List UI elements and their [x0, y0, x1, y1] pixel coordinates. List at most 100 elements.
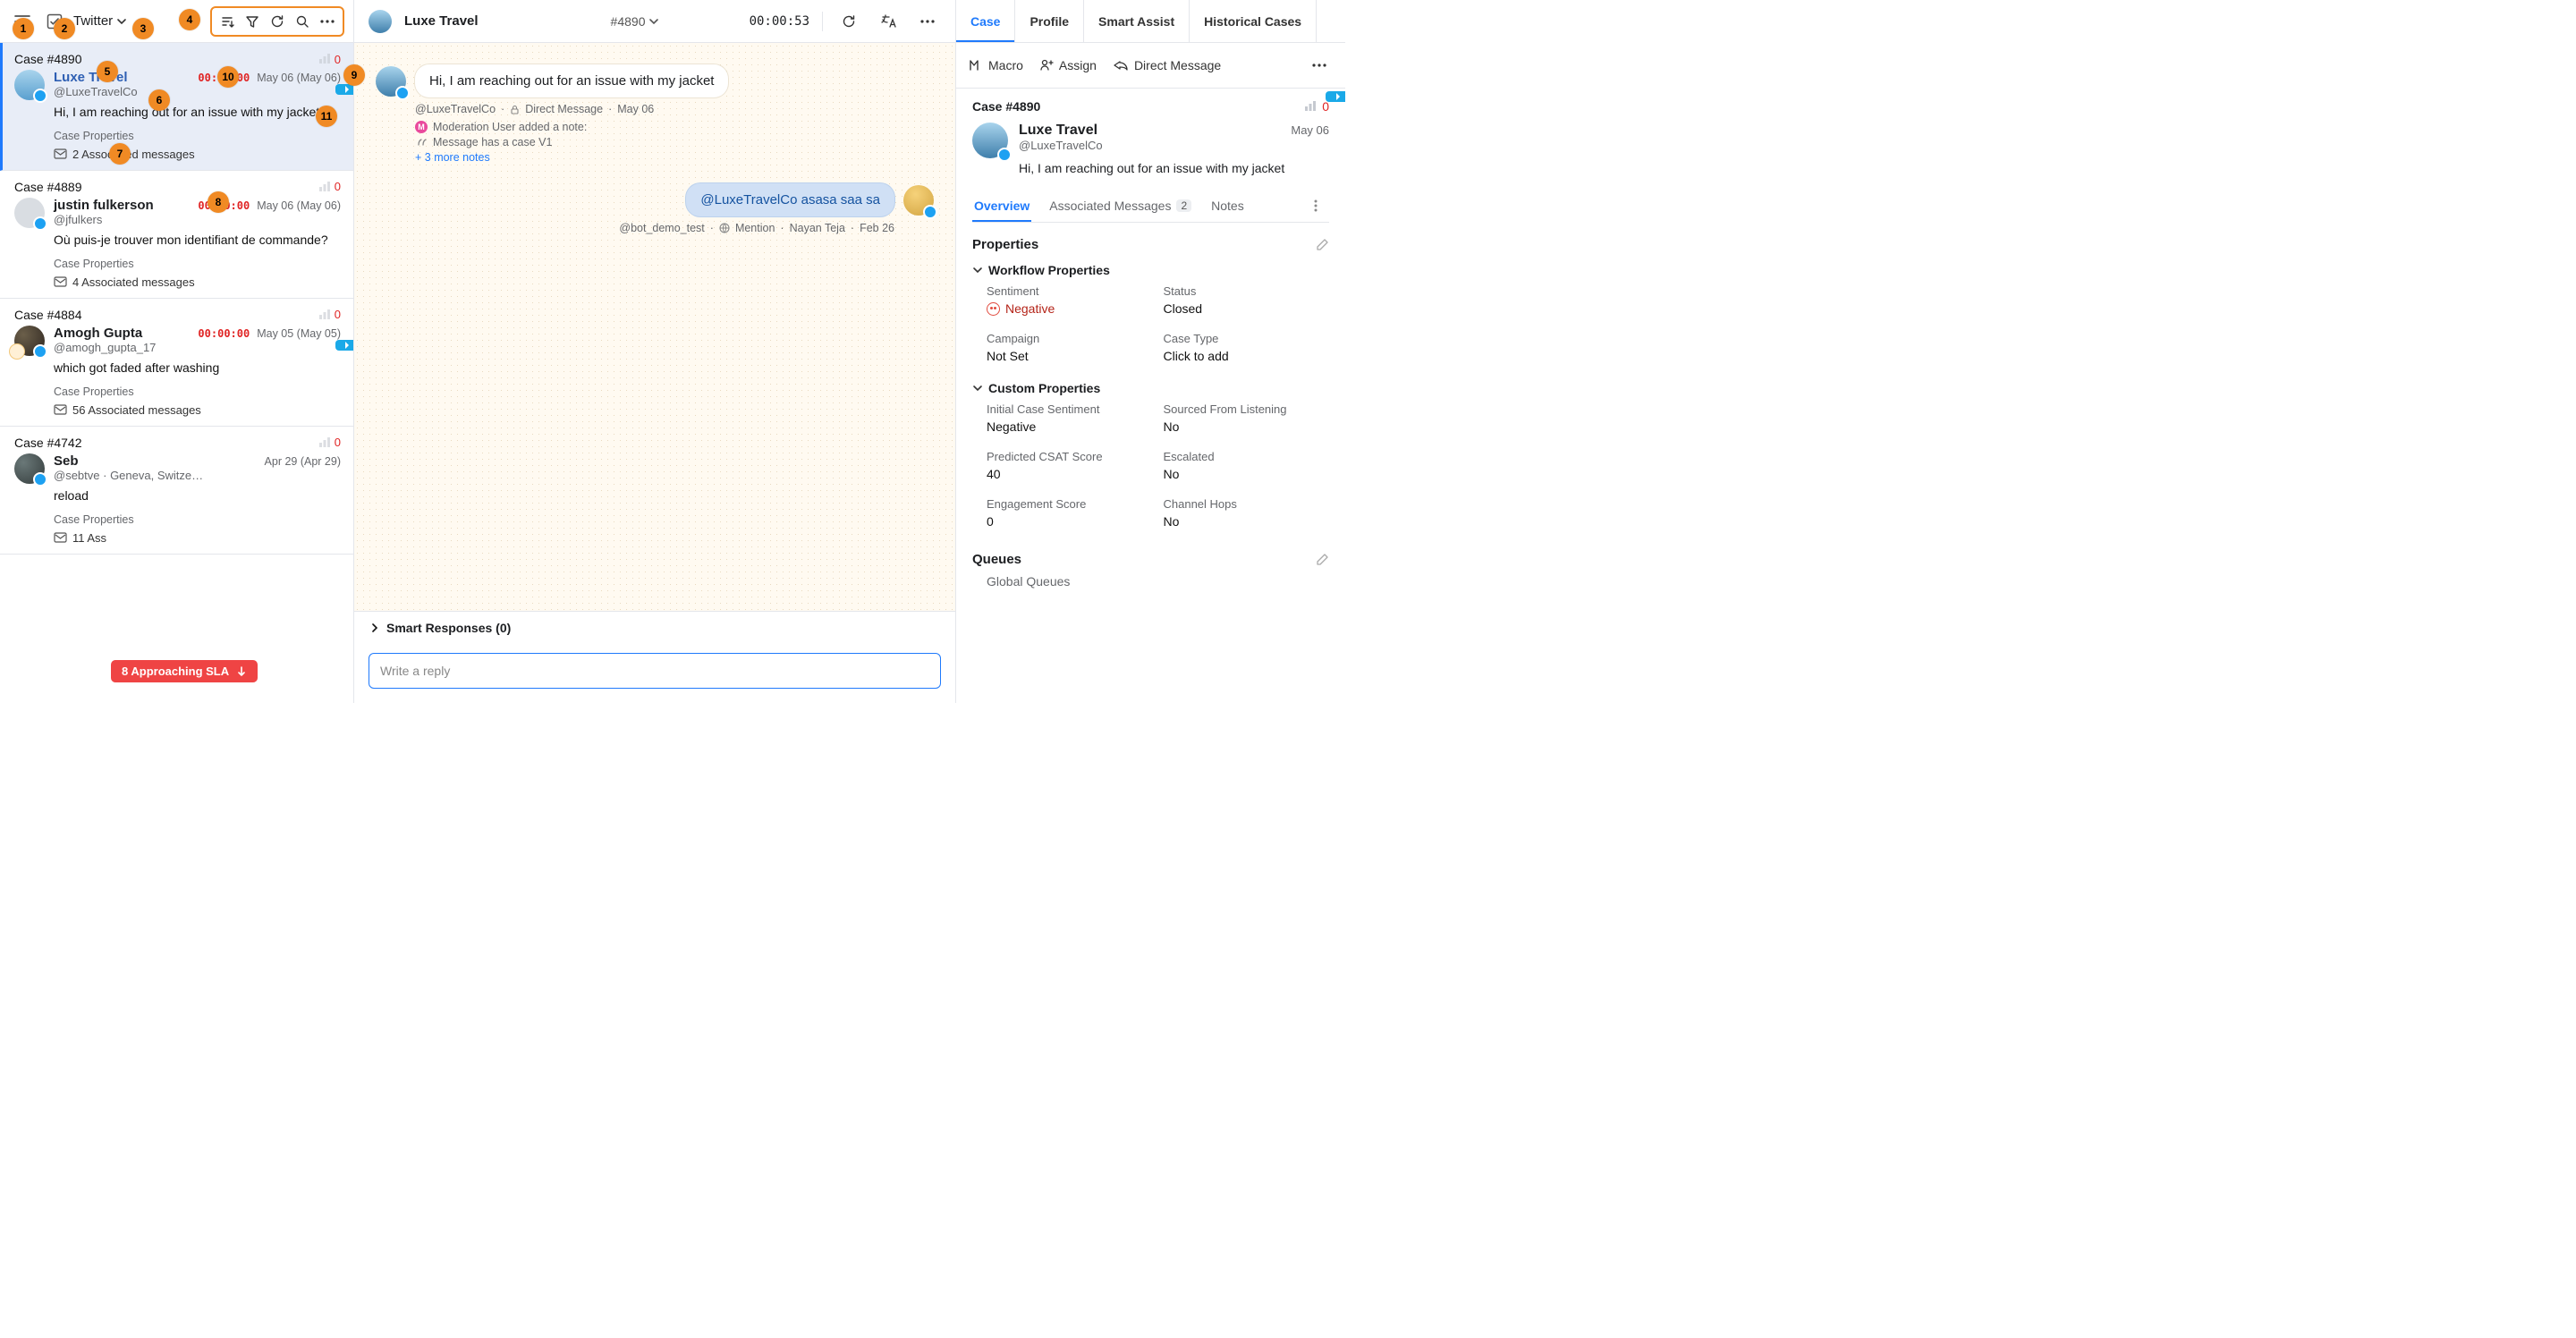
- chevron-down-icon: [972, 265, 983, 275]
- queues-global-label: Global Queues: [987, 574, 1329, 589]
- subtabs-more[interactable]: [1302, 192, 1329, 219]
- smart-responses-toggle[interactable]: Smart Responses (0): [354, 611, 955, 644]
- property-label: Escalated: [1164, 450, 1330, 463]
- property-cell[interactable]: Initial Case Sentiment Negative: [987, 402, 1153, 434]
- twitter-badge-icon: [33, 89, 47, 103]
- subtab-overview[interactable]: Overview: [972, 190, 1031, 222]
- more-notes-link[interactable]: + 3 more notes: [415, 151, 728, 164]
- edit-icon[interactable]: [1316, 238, 1329, 251]
- subtab-notes[interactable]: Notes: [1209, 190, 1246, 222]
- macro-action[interactable]: Macro: [969, 58, 1023, 72]
- subtab-associated[interactable]: Associated Messages 2: [1047, 190, 1193, 222]
- reply-tag: [335, 340, 353, 351]
- case-associated[interactable]: 11 Ass: [54, 531, 341, 545]
- filter-button[interactable]: [241, 10, 264, 33]
- conversation-case-dropdown[interactable]: #4890: [611, 14, 660, 29]
- case-name: Amogh Gupta: [54, 326, 142, 341]
- assign-action[interactable]: Assign: [1039, 58, 1097, 72]
- bar-icon: [318, 437, 331, 448]
- property-cell[interactable]: Sourced From Listening No: [1164, 402, 1330, 434]
- property-cell[interactable]: Engagement Score 0: [987, 497, 1153, 529]
- case-metric: 0: [318, 180, 341, 193]
- property-cell[interactable]: Channel Hops No: [1164, 497, 1330, 529]
- sla-label: 8 Approaching SLA: [122, 665, 229, 678]
- property-value: No: [1164, 467, 1330, 481]
- property-cell[interactable]: Case Type Click to add: [1164, 332, 1330, 363]
- details-panel: CaseProfileSmart AssistHistorical Cases …: [955, 0, 1345, 703]
- case-properties-label: Case Properties: [54, 385, 341, 398]
- edit-icon[interactable]: [1316, 553, 1329, 566]
- property-label: Engagement Score: [987, 497, 1153, 511]
- case-handle: @LuxeTravelCo: [54, 85, 341, 98]
- case-associated[interactable]: 2 Associated messages: [54, 148, 341, 161]
- summary-snippet: Hi, I am reaching out for an issue with …: [1019, 161, 1329, 175]
- arrow-down-icon: [236, 666, 247, 677]
- twitter-badge-icon: [33, 472, 47, 487]
- annotation-8: 8: [208, 191, 229, 213]
- property-label: Status: [1164, 284, 1330, 298]
- property-cell[interactable]: Campaign Not Set: [987, 332, 1153, 363]
- details-tab-smart-assist[interactable]: Smart Assist: [1084, 0, 1190, 42]
- annotation-11: 11: [316, 106, 337, 127]
- case-associated[interactable]: 56 Associated messages: [54, 403, 341, 417]
- assign-label: Assign: [1059, 58, 1097, 72]
- chevron-down-icon: [648, 16, 659, 27]
- macro-icon: [969, 59, 983, 72]
- message-meta: @bot_demo_test · Mention · Nayan Teja · …: [619, 222, 894, 234]
- channel-selector[interactable]: Twitter: [73, 13, 127, 29]
- thread-area[interactable]: Hi, I am reaching out for an issue with …: [354, 43, 955, 611]
- case-handle: @amogh_gupta_17: [54, 341, 341, 354]
- envelope-icon: [54, 276, 67, 287]
- property-cell[interactable]: Sentiment Negative: [987, 284, 1153, 316]
- properties-title: Properties: [972, 237, 1038, 252]
- sla-warning-pill[interactable]: 8 Approaching SLA: [111, 660, 258, 682]
- sort-button[interactable]: [216, 10, 239, 33]
- details-tab-profile[interactable]: Profile: [1015, 0, 1084, 42]
- case-number: Case #4742: [14, 436, 82, 450]
- annotation-10: 10: [217, 66, 239, 88]
- reply-input[interactable]: Write a reply: [369, 653, 941, 689]
- message-row: Hi, I am reaching out for an issue with …: [376, 64, 934, 164]
- quote-icon: [417, 138, 428, 147]
- details-tab-case[interactable]: Case: [956, 0, 1015, 42]
- summary-name: Luxe Travel: [1019, 123, 1103, 139]
- case-item[interactable]: Case #4889 0 justin fulkerson 00:00:00 M…: [0, 171, 353, 299]
- smart-responses-label: Smart Responses (0): [386, 621, 511, 635]
- custom-section-toggle[interactable]: Custom Properties: [972, 381, 1329, 395]
- conversation-more-button[interactable]: [914, 8, 941, 35]
- translate-button[interactable]: [875, 8, 902, 35]
- details-body[interactable]: Case #4890 0 Luxe Travel @LuxeTravelCo M…: [956, 89, 1345, 703]
- workflow-properties: Sentiment Negative Status Closed Campaig…: [987, 284, 1329, 363]
- property-cell[interactable]: Status Closed: [1164, 284, 1330, 316]
- direct-message-action[interactable]: Direct Message: [1113, 58, 1221, 72]
- macro-label: Macro: [988, 58, 1023, 72]
- property-cell[interactable]: Escalated No: [1164, 450, 1330, 481]
- workflow-section-label: Workflow Properties: [988, 263, 1110, 277]
- lock-icon: [510, 105, 520, 114]
- message-meta: @LuxeTravelCo · Direct Message · May 06: [415, 103, 728, 115]
- summary-avatar: [972, 123, 1008, 158]
- search-button[interactable]: [291, 10, 314, 33]
- case-list[interactable]: Case #4890 0 Luxe Travel 00:00:00 May 06…: [0, 43, 353, 703]
- details-tab-historical-cases[interactable]: Historical Cases: [1190, 0, 1317, 42]
- more-button[interactable]: [316, 10, 339, 33]
- case-item[interactable]: Case #4890 0 Luxe Travel 00:00:00 May 06…: [0, 43, 353, 171]
- details-actions-more[interactable]: [1306, 52, 1333, 79]
- custom-properties: Initial Case Sentiment Negative Sourced …: [987, 402, 1329, 529]
- case-item[interactable]: Case #4742 0 Seb Apr 29 (Apr 29): [0, 427, 353, 555]
- assign-icon: [1039, 58, 1054, 72]
- message-bubble[interactable]: Hi, I am reaching out for an issue with …: [415, 64, 728, 97]
- refresh-conversation-button[interactable]: [835, 8, 862, 35]
- twitter-badge-icon: [33, 216, 47, 231]
- property-cell[interactable]: Predicted CSAT Score 40: [987, 450, 1153, 481]
- annotation-1: 1: [13, 18, 34, 39]
- case-associated-label: 56 Associated messages: [72, 403, 201, 417]
- refresh-button[interactable]: [266, 10, 289, 33]
- message-bubble[interactable]: @LuxeTravelCo asasa saa sa: [686, 183, 894, 216]
- case-associated[interactable]: 4 Associated messages: [54, 275, 341, 289]
- property-value: 40: [987, 467, 1153, 481]
- workflow-section-toggle[interactable]: Workflow Properties: [972, 263, 1329, 277]
- case-name: Seb: [54, 453, 79, 469]
- case-item[interactable]: Case #4884 0 Amogh Gupta 00:00:00 May 05…: [0, 299, 353, 427]
- annotation-6: 6: [148, 89, 170, 111]
